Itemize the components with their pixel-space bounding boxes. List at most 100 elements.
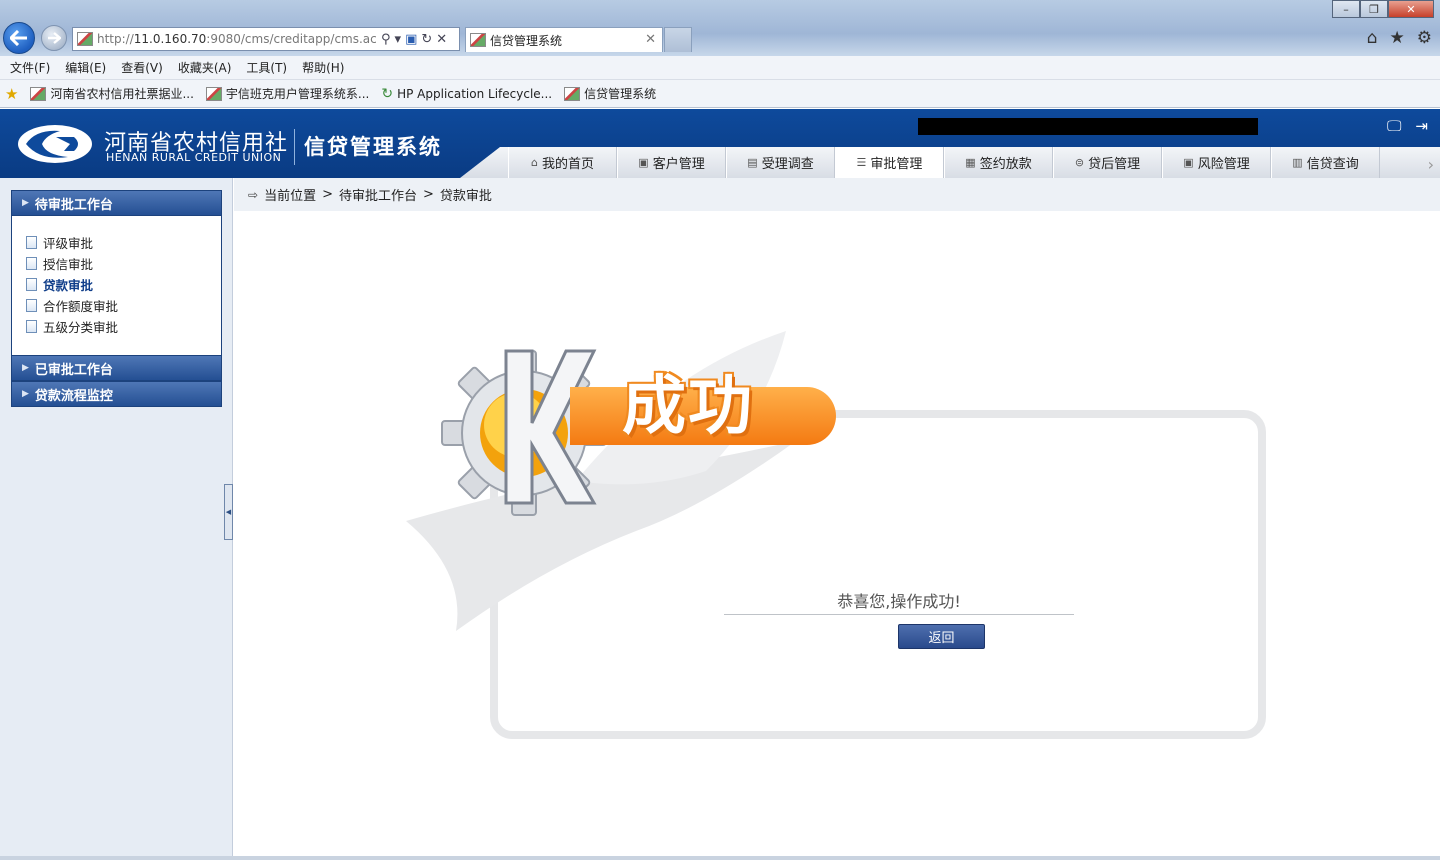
expand-triangle-icon: ▶ — [22, 363, 29, 373]
close-window-button[interactable]: ✕ — [1388, 0, 1434, 18]
query-icon: ▥ — [1292, 156, 1303, 169]
survey-icon: ▤ — [747, 156, 758, 169]
address-url[interactable]: http://11.0.160.70:9080/cms/creditapp/cm… — [97, 32, 377, 46]
header-icons: 🖵 ⇥ — [1387, 117, 1428, 135]
system-name: 信贷管理系统 — [304, 135, 442, 159]
favicon-icon — [564, 86, 581, 101]
sidebar-collapse-handle[interactable]: ◀ — [224, 484, 233, 540]
sidebar-item-credit-approval[interactable]: 授信审批 — [26, 253, 221, 274]
tab-favicon-icon — [470, 33, 486, 47]
main-content: 成功 恭喜您,操作成功! 返回 — [234, 211, 1438, 856]
document-icon — [26, 236, 37, 249]
customer-icon: ▣ — [638, 156, 649, 169]
window-bottom-edge — [0, 856, 1440, 860]
redacted-area — [918, 118, 1258, 135]
tab-contract[interactable]: ▦ 签约放款 — [944, 147, 1053, 178]
browser-toolbar-icons: ⌂ ★ ⚙ — [1367, 28, 1432, 48]
document-icon — [26, 257, 37, 270]
favicon-icon — [205, 86, 222, 101]
home-icon[interactable]: ⌂ — [1367, 28, 1378, 48]
sidebar-item-loan-approval[interactable]: 贷款审批 — [26, 274, 221, 295]
location-icon: ⇨ — [248, 187, 259, 202]
success-title: 成功 — [622, 370, 754, 444]
post-loan-icon: ⊜ — [1074, 156, 1085, 169]
app-header: 河南省农村信用社 HENAN RURAL CREDIT UNION 信贷管理系统… — [0, 109, 1440, 178]
tab-post-loan[interactable]: ⊜ 贷后管理 — [1053, 147, 1162, 178]
sidebar-item-five-level-approval[interactable]: 五级分类审批 — [26, 316, 221, 337]
sidebar-item-coop-limit-approval[interactable]: 合作额度审批 — [26, 295, 221, 316]
tab-customer[interactable]: ▣ 客户管理 — [617, 147, 726, 178]
menu-file[interactable]: 文件(F) — [10, 59, 50, 76]
favorite-link[interactable]: 信贷管理系统 — [564, 85, 656, 102]
risk-icon: ▣ — [1183, 156, 1194, 169]
favicon-icon — [30, 86, 47, 101]
breadcrumb-separator: > — [423, 187, 434, 202]
new-tab-button[interactable] — [664, 27, 692, 52]
sidebar-section-approved[interactable]: ▶ 已审批工作台 — [11, 355, 222, 381]
logo-divider — [294, 129, 295, 165]
credit-union-logo-icon — [18, 125, 92, 163]
sidebar-section-pending[interactable]: ▶ 待审批工作台 — [11, 190, 222, 216]
menu-edit[interactable]: 编辑(E) — [65, 59, 106, 76]
home-icon: ⌂ — [531, 156, 538, 169]
window-controls: – ❐ ✕ — [1332, 0, 1434, 18]
breadcrumb-level1[interactable]: 待审批工作台 — [339, 185, 417, 204]
stop-icon[interactable]: ✕ — [436, 32, 447, 47]
hp-refresh-icon: ↻ — [381, 85, 394, 102]
browser-tab[interactable]: 信贷管理系统 ✕ — [465, 27, 663, 52]
monitor-icon[interactable]: 🖵 — [1387, 117, 1401, 135]
favorite-link[interactable]: ↻ HP Application Lifecycle... — [381, 86, 552, 102]
menu-tools[interactable]: 工具(T) — [246, 59, 287, 76]
tab-risk[interactable]: ▣ 风险管理 — [1162, 147, 1271, 178]
menu-favorites[interactable]: 收藏夹(A) — [178, 59, 232, 76]
menu-view[interactable]: 查看(V) — [121, 59, 163, 76]
compat-view-icon[interactable]: ▣ — [405, 32, 417, 47]
breadcrumb-level2: 贷款审批 — [439, 189, 492, 204]
tab-query[interactable]: ▥ 信贷查询 — [1271, 147, 1380, 178]
document-icon — [26, 278, 37, 291]
tab-title: 信贷管理系统 — [490, 33, 563, 48]
favorites-add-icon[interactable]: ★ — [5, 85, 18, 103]
forward-arrow-icon — [48, 32, 61, 44]
maximize-button[interactable]: ❐ — [1360, 0, 1388, 18]
expand-triangle-icon: ▶ — [22, 389, 29, 399]
sidebar-item-rating-approval[interactable]: 评级审批 — [26, 232, 221, 253]
expand-triangle-icon: ▶ — [22, 198, 29, 208]
tab-close-icon[interactable]: ✕ — [645, 32, 656, 47]
minimize-button[interactable]: – — [1332, 0, 1360, 18]
breadcrumb: ⇨ 当前位置 > 待审批工作台 > 贷款审批 — [234, 178, 1440, 211]
document-icon — [26, 299, 37, 312]
tab-home[interactable]: ⌂ 我的首页 — [508, 147, 617, 178]
contract-icon: ▦ — [965, 156, 976, 169]
favorite-link[interactable]: 宇信班克用户管理系统系... — [205, 85, 369, 102]
org-name-en: HENAN RURAL CREDIT UNION — [106, 151, 282, 164]
success-message: 恭喜您,操作成功! — [724, 588, 1074, 615]
sidebar-pending-list: 评级审批 授信审批 贷款审批 合作额度审批 五级分类审批 — [11, 216, 222, 355]
menu-help[interactable]: 帮助(H) — [302, 59, 344, 76]
dropdown-icon[interactable]: ▾ — [395, 32, 402, 47]
breadcrumb-label: 当前位置 — [264, 189, 317, 204]
page-favicon-icon — [77, 32, 93, 46]
logout-icon[interactable]: ⇥ — [1415, 117, 1428, 135]
chevron-right-icon[interactable]: › — [1428, 155, 1434, 174]
browser-titlebar: http://11.0.160.70:9080/cms/creditapp/cm… — [0, 0, 1440, 56]
address-bar[interactable]: http://11.0.160.70:9080/cms/creditapp/cm… — [72, 27, 460, 51]
menu-bar: 文件(F) 编辑(E) 查看(V) 收藏夹(A) 工具(T) 帮助(H) — [0, 56, 1440, 80]
favorites-star-icon[interactable]: ★ — [1390, 28, 1405, 48]
back-button[interactable] — [3, 22, 35, 54]
forward-button[interactable] — [41, 25, 67, 51]
favorites-bar: ★ 河南省农村信用社票据业... 宇信班克用户管理系统系... ↻ HP Appl… — [0, 80, 1440, 108]
main-nav: ⌂ 我的首页 ▣ 客户管理 ▤ 受理调查 ☰ 审批管理 ▦ 签约放款 ⊜ 贷后管理 ▣ 风险管… — [508, 147, 1380, 178]
search-icon[interactable]: ⚲ — [381, 32, 391, 47]
approval-icon: ☰ — [856, 156, 867, 169]
sidebar-section-monitor[interactable]: ▶ 贷款流程监控 — [11, 381, 222, 407]
settings-gear-icon[interactable]: ⚙ — [1417, 28, 1432, 48]
favorite-link[interactable]: 河南省农村信用社票据业... — [30, 85, 194, 102]
document-icon — [26, 320, 37, 333]
breadcrumb-separator: > — [322, 187, 333, 202]
return-button[interactable]: 返回 — [898, 624, 985, 649]
refresh-icon[interactable]: ↻ — [421, 32, 432, 47]
tab-survey[interactable]: ▤ 受理调查 — [726, 147, 835, 178]
back-arrow-icon — [10, 30, 27, 46]
tab-approval[interactable]: ☰ 审批管理 — [835, 147, 944, 178]
